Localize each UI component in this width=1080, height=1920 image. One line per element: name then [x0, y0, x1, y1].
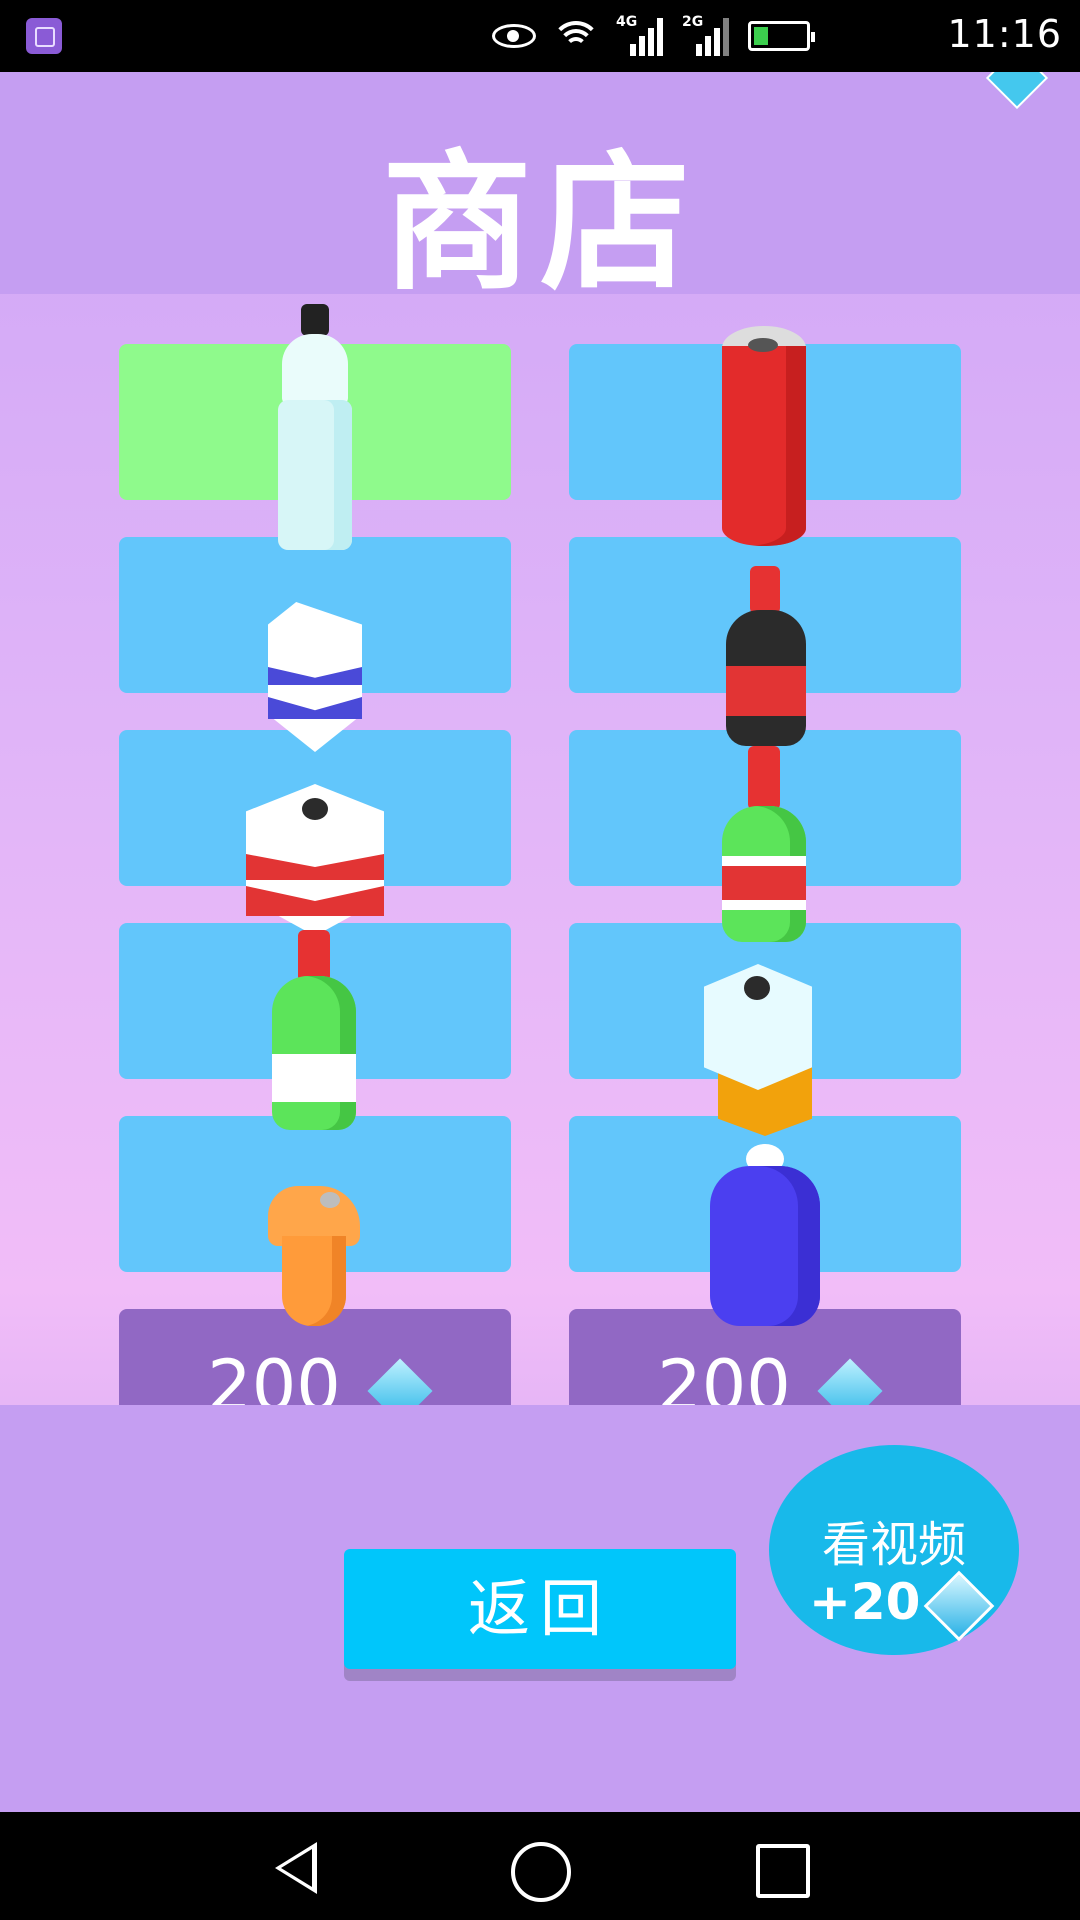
clock: 11:16: [947, 12, 1062, 56]
gallery-app-icon: [26, 18, 62, 54]
system-nav-bar: [0, 1812, 1080, 1920]
network-label-1: 4G: [616, 14, 638, 30]
milk-carton-blue-icon: [268, 602, 362, 752]
eye-comfort-icon: [492, 24, 536, 48]
orange-cup-icon: [268, 1186, 360, 1326]
back-button[interactable]: 返回: [344, 1549, 736, 1669]
signal-2g-icon: 2G: [682, 14, 730, 56]
video-reward-label: +20: [809, 1573, 921, 1631]
network-label-2: 2G: [682, 14, 704, 30]
dark-red-bottle-icon: [726, 566, 806, 746]
red-soda-can-icon: [722, 326, 806, 556]
jug-red-stripe-icon: [246, 784, 384, 936]
diamond-icon: [923, 1570, 995, 1642]
battery-charging-icon: [748, 21, 815, 51]
green-bottle-white-label-icon: [272, 930, 356, 1130]
nav-home-icon[interactable]: [511, 1842, 571, 1902]
wifi-icon: [554, 19, 598, 53]
video-button-label: 看视频: [821, 1517, 966, 1573]
nav-recent-apps-icon[interactable]: [756, 1844, 810, 1898]
nav-back-icon[interactable]: [275, 1842, 317, 1894]
status-bar: 4G 2G 11:16: [0, 0, 1080, 72]
shop-screen: 200 200 商店 返回 看视频 +20: [0, 72, 1080, 1812]
watch-video-button[interactable]: 看视频 +20: [769, 1445, 1019, 1655]
shop-header: 商店: [0, 72, 1080, 311]
blue-water-jug-icon: [710, 1144, 820, 1326]
signal-4g-icon: 4G: [616, 14, 664, 56]
cyan-orange-jug-icon: [704, 964, 812, 1136]
green-bottle-red-stripe-icon: [722, 746, 806, 942]
page-title: 商店: [381, 137, 698, 311]
clear-water-bottle-icon: [272, 304, 356, 554]
bottom-panel: 返回 看视频 +20: [0, 1405, 1080, 1812]
